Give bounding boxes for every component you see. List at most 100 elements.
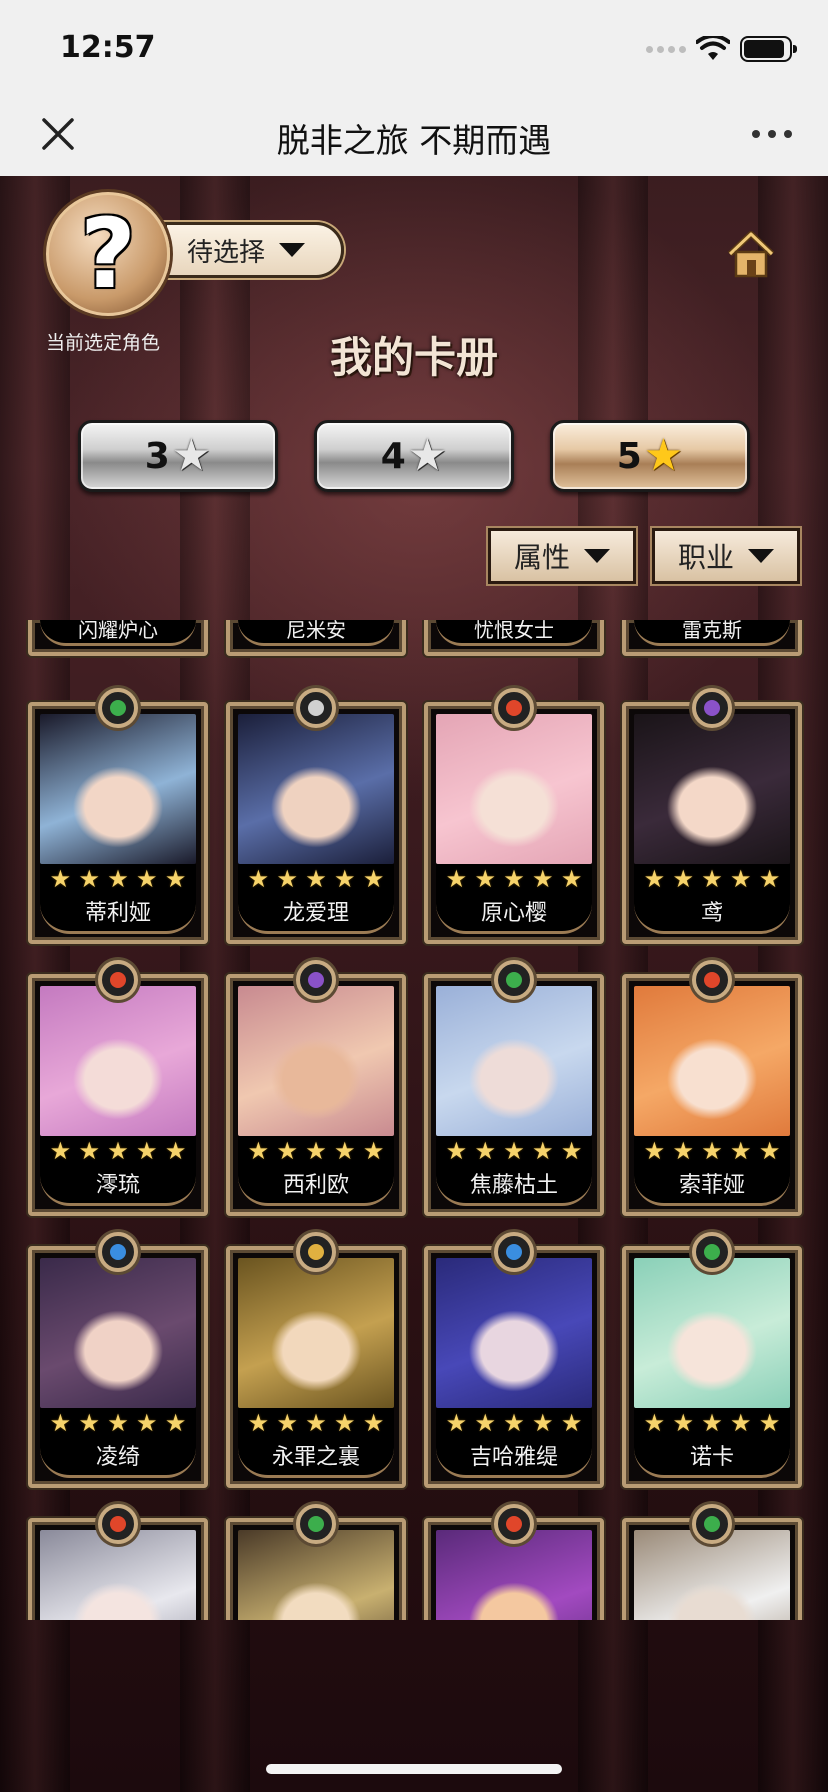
star-icon: ★ bbox=[107, 1410, 129, 1437]
star-icon: ★ bbox=[672, 866, 694, 893]
star-icon: ★ bbox=[107, 866, 129, 893]
card-name: 诺卡 bbox=[634, 1440, 790, 1478]
star-icon: ★ bbox=[758, 1138, 781, 1165]
avatar[interactable]: ? bbox=[46, 192, 170, 316]
class-filter[interactable]: 职业 bbox=[652, 528, 800, 584]
character-card[interactable]: ★ ★ ★ ★ ★ 澪琉 bbox=[28, 960, 208, 1216]
more-icon[interactable] bbox=[752, 130, 792, 138]
tab-3-star[interactable]: 3 ★ bbox=[78, 420, 278, 492]
character-portrait bbox=[238, 986, 394, 1136]
star-icon: ★ bbox=[49, 1410, 72, 1437]
character-card[interactable]: ★★★★★芙尼 bbox=[226, 1504, 406, 1620]
character-card[interactable]: ★ ★ ★ ★ ★ 永罪之裏 bbox=[226, 1232, 406, 1488]
card-name: 闪耀炉心 bbox=[40, 620, 196, 646]
star-icon: ★ bbox=[672, 1410, 694, 1437]
card-partial[interactable]: 忧恨女士 bbox=[424, 620, 604, 656]
star-icon: ★ bbox=[49, 1138, 72, 1165]
card-name: 原心樱 bbox=[436, 896, 592, 934]
character-portrait bbox=[634, 714, 790, 864]
star-icon: ★ bbox=[474, 1138, 496, 1165]
tab-label: 3 bbox=[144, 435, 170, 477]
tab-5-star[interactable]: 5 ★ bbox=[550, 420, 750, 492]
card-name: 蒂利娅 bbox=[40, 896, 196, 934]
element-icon bbox=[98, 960, 138, 1000]
character-card[interactable]: ★ ★ ★ ★ ★ 诺卡 bbox=[622, 1232, 802, 1488]
star-icon: ★ bbox=[276, 866, 298, 893]
star-icon: ★ bbox=[247, 866, 270, 893]
home-icon[interactable] bbox=[726, 230, 776, 278]
card-rating: ★ ★ ★ ★ ★ bbox=[634, 1136, 790, 1168]
battery-icon bbox=[740, 36, 797, 62]
character-card[interactable]: ★ ★ ★ ★ ★ 凌绮 bbox=[28, 1232, 208, 1488]
album-title: 我的卡册 bbox=[329, 333, 498, 382]
character-card[interactable]: ★ ★ ★ ★ ★ 索菲娅 bbox=[622, 960, 802, 1216]
character-card[interactable]: ★ ★ ★ ★ ★ 焦藤枯土 bbox=[424, 960, 604, 1216]
star-icon: ★ bbox=[334, 866, 356, 893]
character-card[interactable]: ★★★★★狄梦 bbox=[424, 1504, 604, 1620]
card-rating: ★ ★ ★ ★ ★ bbox=[634, 1408, 790, 1440]
element-icon bbox=[296, 688, 336, 728]
card-partial[interactable]: 闪耀炉心 bbox=[28, 620, 208, 656]
character-card[interactable]: ★★★★★三花修派 bbox=[622, 1504, 802, 1620]
card-partial[interactable]: 尼米安 bbox=[226, 620, 406, 656]
star-icon: ★ bbox=[362, 1138, 385, 1165]
card-rating: ★ ★ ★ ★ ★ bbox=[40, 864, 196, 896]
question-mark-icon: ? bbox=[80, 198, 136, 310]
star-icon: ★ bbox=[78, 1410, 100, 1437]
tab-label: 4 bbox=[380, 435, 406, 477]
element-icon bbox=[296, 960, 336, 1000]
star-icon: ★ bbox=[474, 866, 496, 893]
star-icon: ★ bbox=[171, 431, 212, 480]
star-icon: ★ bbox=[643, 1410, 666, 1437]
character-card[interactable]: ★ ★ ★ ★ ★ 龙爱理 bbox=[226, 688, 406, 944]
attribute-filter[interactable]: 属性 bbox=[488, 528, 636, 584]
character-portrait bbox=[436, 714, 592, 864]
character-card[interactable]: ★★★★★KK bbox=[28, 1504, 208, 1620]
element-icon bbox=[692, 1504, 732, 1544]
character-card[interactable]: ★ ★ ★ ★ ★ 鸢 bbox=[622, 688, 802, 944]
star-icon: ★ bbox=[362, 1410, 385, 1437]
star-icon: ★ bbox=[560, 1410, 583, 1437]
card-partial[interactable]: 雷克斯 bbox=[622, 620, 802, 656]
character-card[interactable]: ★ ★ ★ ★ ★ 西利欧 bbox=[226, 960, 406, 1216]
star-icon: ★ bbox=[305, 1410, 327, 1437]
character-card[interactable]: ★ ★ ★ ★ ★ 原心樱 bbox=[424, 688, 604, 944]
element-icon bbox=[692, 960, 732, 1000]
home-indicator[interactable] bbox=[266, 1764, 562, 1774]
star-icon: ★ bbox=[276, 1138, 298, 1165]
star-icon: ★ bbox=[49, 866, 72, 893]
star-icon: ★ bbox=[701, 1138, 723, 1165]
star-icon: ★ bbox=[107, 1138, 129, 1165]
card-grid[interactable]: 闪耀炉心 尼米安 忧恨女士 雷克斯 ★ ★ ★ ★ ★ 蒂利娅 ★ ★ ★ ★ ★ 龙爱理 ★ ★ ★ ★ ★ 原心樱 ★ ★… bbox=[0, 620, 828, 1620]
card-rating: ★ ★ ★ ★ ★ bbox=[436, 1136, 592, 1168]
star-icon: ★ bbox=[701, 866, 723, 893]
character-card[interactable]: ★ ★ ★ ★ ★ 吉哈雅缇 bbox=[424, 1232, 604, 1488]
card-name: 龙爱理 bbox=[238, 896, 394, 934]
card-name: 尼米安 bbox=[238, 620, 394, 646]
star-icon: ★ bbox=[362, 866, 385, 893]
star-icon: ★ bbox=[445, 866, 468, 893]
role-select[interactable]: 待选择 bbox=[164, 222, 344, 278]
star-icon: ★ bbox=[136, 1410, 158, 1437]
character-card[interactable]: ★ ★ ★ ★ ★ 蒂利娅 bbox=[28, 688, 208, 944]
card-rating: ★ ★ ★ ★ ★ bbox=[436, 1408, 592, 1440]
star-icon: ★ bbox=[643, 866, 666, 893]
card-name: 澪琉 bbox=[40, 1168, 196, 1206]
chevron-down-icon bbox=[584, 549, 610, 563]
card-rating: ★ ★ ★ ★ ★ bbox=[238, 864, 394, 896]
filter-label: 属性 bbox=[513, 541, 570, 574]
character-portrait bbox=[634, 1258, 790, 1408]
element-icon bbox=[296, 1504, 336, 1544]
chevron-down-icon bbox=[748, 549, 774, 563]
card-name: 吉哈雅缇 bbox=[436, 1440, 592, 1478]
page-title: 脱非之旅 不期而遇 bbox=[276, 121, 552, 160]
signal-icon bbox=[646, 45, 686, 53]
star-icon: ★ bbox=[503, 1138, 525, 1165]
element-icon bbox=[98, 688, 138, 728]
star-icon: ★ bbox=[730, 1410, 752, 1437]
card-name: 永罪之裏 bbox=[238, 1440, 394, 1478]
tab-4-star[interactable]: 4 ★ bbox=[314, 420, 514, 492]
star-icon: ★ bbox=[532, 1138, 554, 1165]
star-icon: ★ bbox=[730, 1138, 752, 1165]
element-icon bbox=[494, 688, 534, 728]
